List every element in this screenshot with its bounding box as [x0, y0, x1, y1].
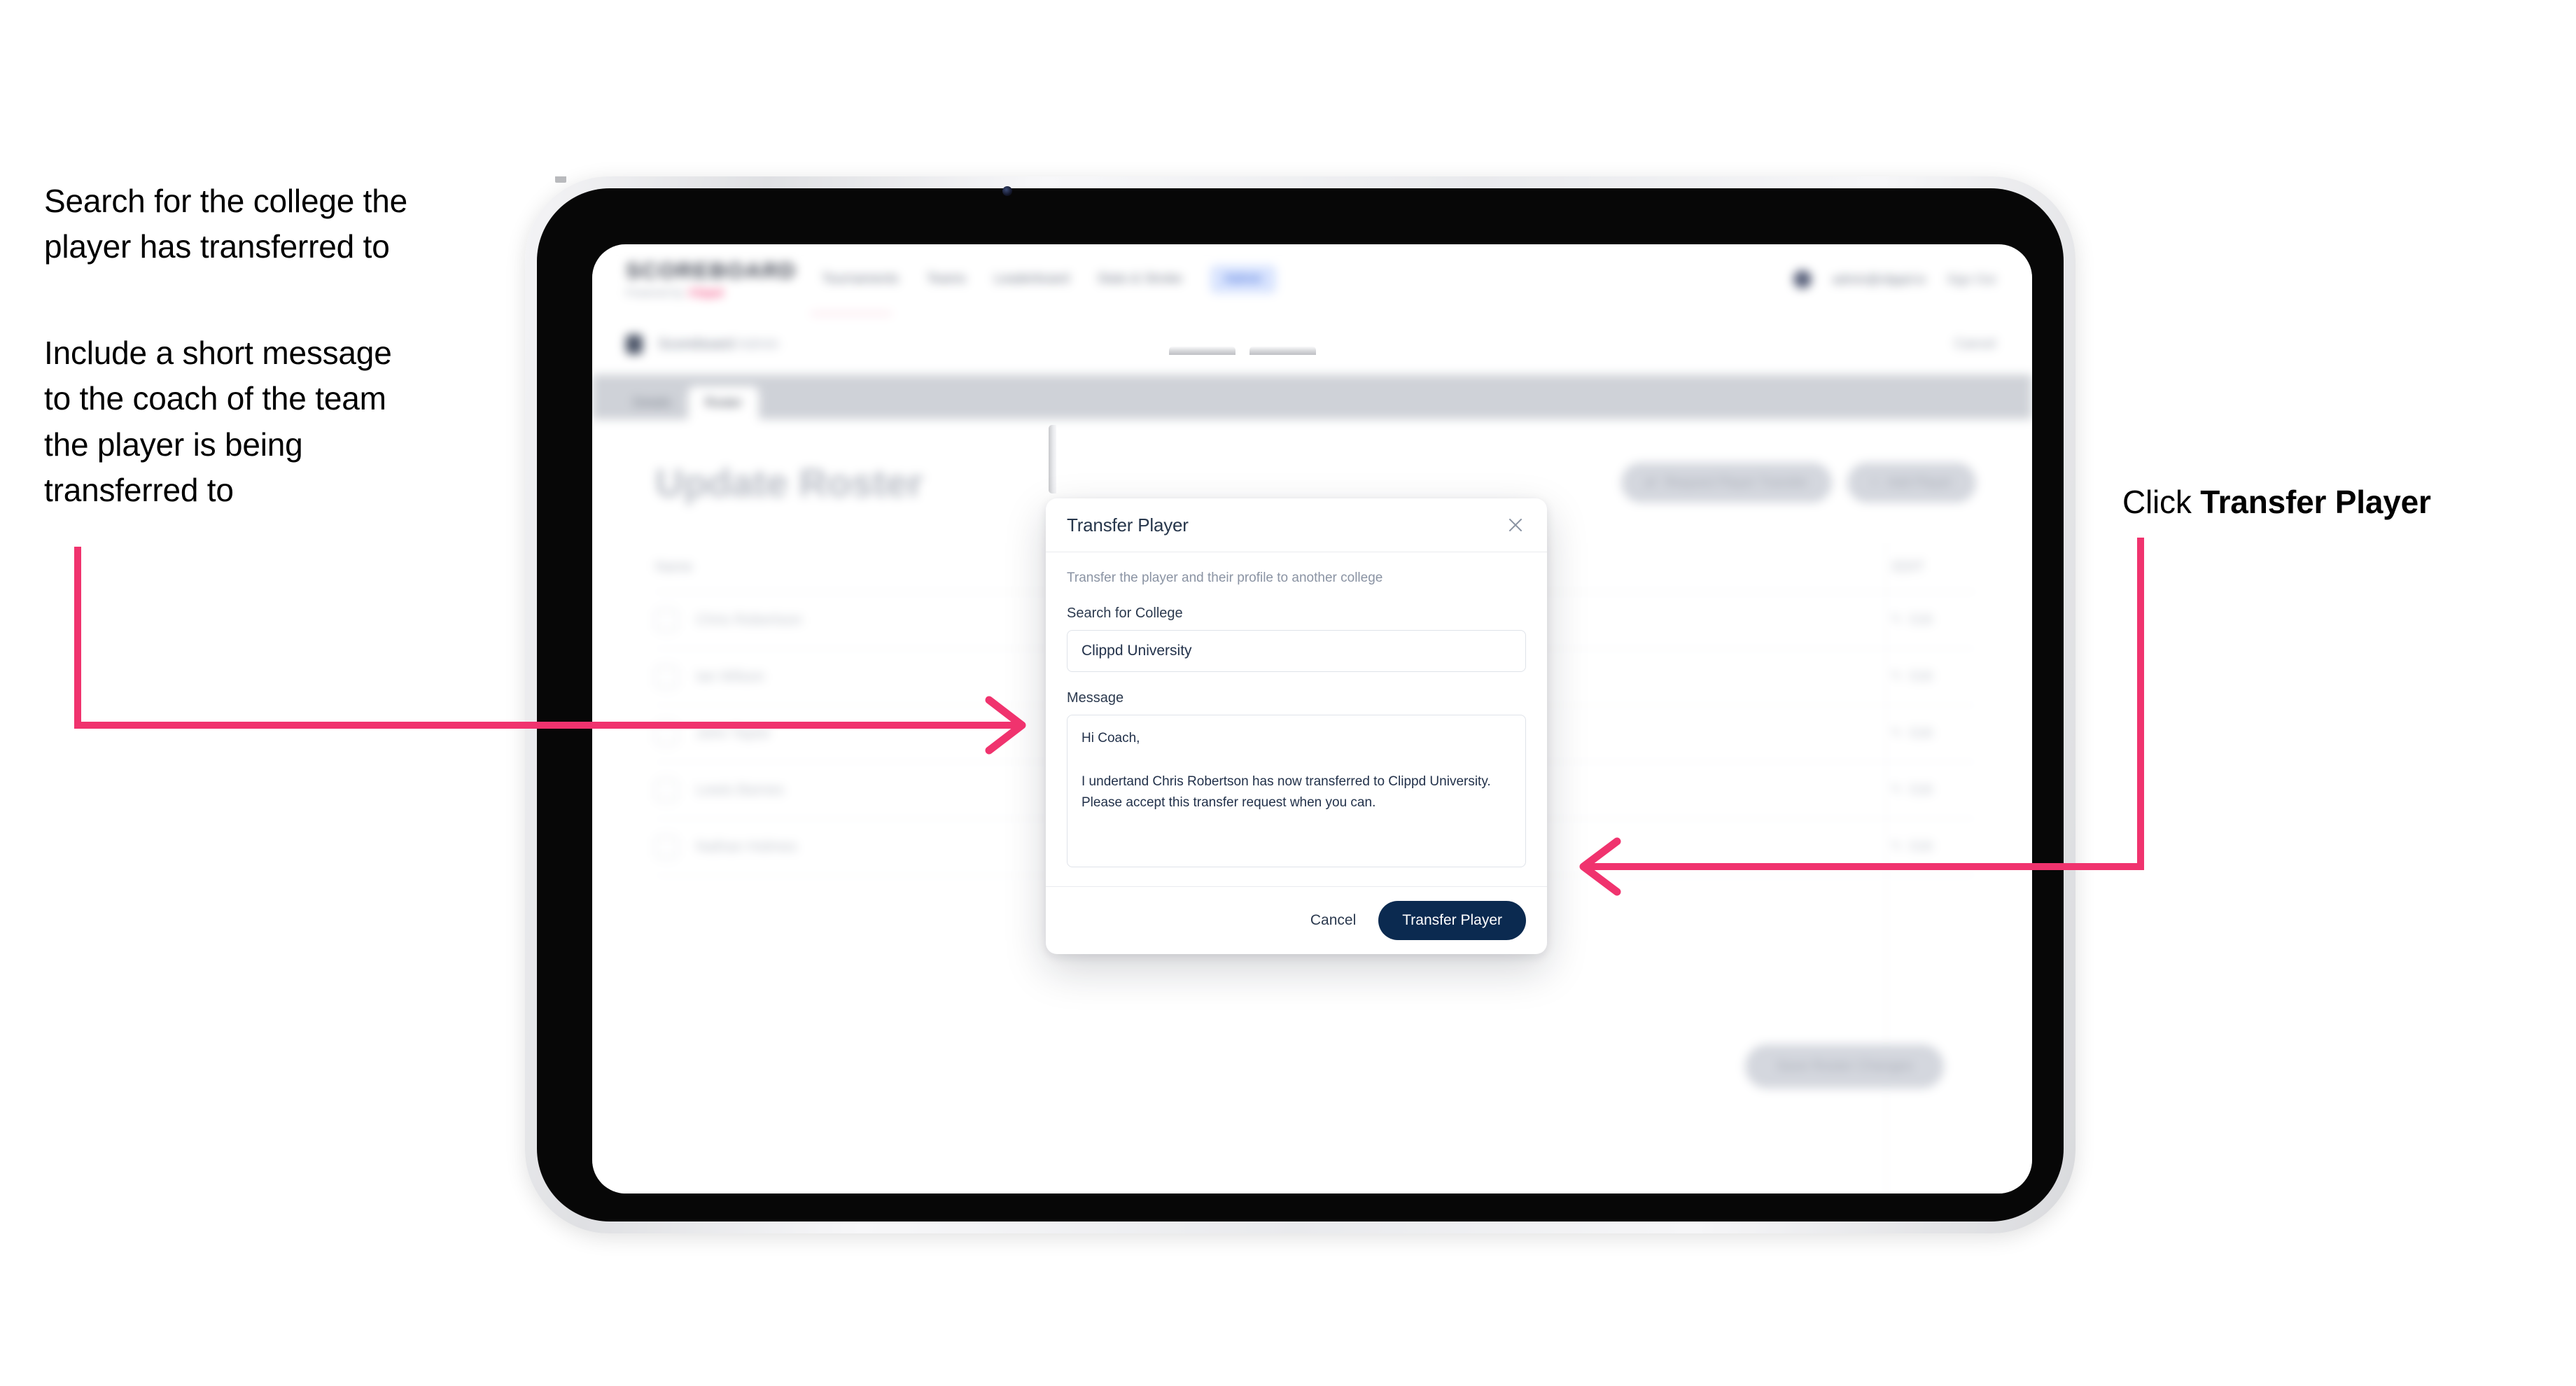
modal-header: Transfer Player: [1046, 498, 1547, 552]
annotation-click-target: Transfer Player: [2200, 484, 2431, 520]
college-field-label: Search for College: [1067, 606, 1183, 621]
row-edit-action[interactable]: ✎ Edit: [1891, 782, 1933, 798]
pencil-icon: ✎: [1891, 839, 1903, 854]
request-player-transfer-label: Request Player Transfer: [1665, 475, 1808, 490]
search-college-input[interactable]: [1067, 630, 1526, 672]
annotation-include-message: Include a short message to the coach of …: [44, 335, 392, 508]
annotation-search-college: Search for the college the player has tr…: [44, 183, 408, 265]
cancel-button[interactable]: Cancel: [1306, 905, 1360, 936]
roster-col-name: Name: [655, 559, 693, 575]
message-textarea[interactable]: [1067, 715, 1526, 867]
nav-link-leaderboard[interactable]: Leaderboard: [994, 272, 1070, 287]
page-action-buttons: ⇄ Request Player Transfer + Add Player: [1621, 463, 1976, 503]
row-edit-action[interactable]: ✎ Edit: [1891, 839, 1933, 855]
row-checkbox[interactable]: [655, 665, 678, 688]
pencil-icon: ✎: [1891, 669, 1903, 684]
pencil-icon: ✎: [1891, 726, 1903, 741]
modal-footer: Cancel Transfer Player: [1046, 886, 1547, 954]
nav-link-tournaments[interactable]: Tournaments: [822, 272, 899, 287]
transfer-player-modal: Transfer Player Transfer the player and …: [1046, 498, 1547, 954]
nav-link-admin[interactable]: Admin: [1210, 265, 1276, 293]
volume-up-button[interactable]: [1169, 346, 1236, 355]
modal-body: Transfer the player and their profile to…: [1046, 552, 1547, 886]
app-navbar: SCOREBOARD Powered by Clippd Tournaments…: [592, 244, 2032, 316]
request-player-transfer-button[interactable]: ⇄ Request Player Transfer: [1621, 463, 1832, 503]
close-icon[interactable]: [1504, 513, 1527, 537]
breadcrumb-icon: [626, 335, 643, 354]
row-player-name: Chris Robertson: [696, 611, 802, 628]
annotation-click-transfer-player: Click Transfer Player: [2122, 479, 2556, 525]
save-roster-changes-button[interactable]: Save Roster Changes: [1745, 1044, 1944, 1088]
sign-out-link[interactable]: Sign Out: [1947, 272, 1996, 287]
modal-title: Transfer Player: [1067, 514, 1189, 536]
logo-wordmark: SCOREBOARD: [626, 258, 797, 283]
row-edit-action[interactable]: ✎ Edit: [1891, 612, 1933, 628]
logo-subtitle: Powered by Clippd: [626, 287, 773, 299]
breadcrumb-text: Scoreboard Admin: [658, 336, 779, 353]
volume-down-button[interactable]: [1250, 346, 1316, 355]
row-edit-label: Edit: [1910, 839, 1933, 854]
nav-link-stats[interactable]: Stats & Stroke: [1098, 272, 1182, 287]
nav-link-teams[interactable]: Teams: [927, 272, 966, 287]
navbar-user-email: admin@clippd.io: [1832, 272, 1926, 286]
row-edit-label: Edit: [1910, 612, 1933, 627]
tab-roster[interactable]: Roster: [688, 386, 760, 419]
plus-icon: +: [1870, 475, 1879, 490]
row-checkbox[interactable]: [655, 608, 678, 631]
row-checkbox[interactable]: [655, 778, 678, 802]
transfer-player-button[interactable]: Transfer Player: [1378, 901, 1526, 940]
modal-description: Transfer the player and their profile to…: [1067, 570, 1383, 585]
tab-details[interactable]: Details: [616, 386, 688, 419]
pencil-icon: ✎: [1891, 612, 1903, 627]
annotation-click-prefix: Click: [2122, 484, 2201, 520]
row-edit-label: Edit: [1910, 668, 1933, 684]
device-antenna-band: [555, 176, 566, 183]
logo-brand: Clippd: [689, 287, 724, 299]
row-edit-action[interactable]: ✎ Edit: [1891, 668, 1933, 685]
pencil-icon: ✎: [1891, 783, 1903, 797]
row-player-name: John Taylor: [696, 724, 771, 741]
row-checkbox[interactable]: [655, 722, 678, 745]
breadcrumb-suffix: Admin: [737, 336, 779, 352]
message-field-label: Message: [1067, 690, 1124, 706]
add-player-button[interactable]: + Add Player: [1847, 463, 1976, 503]
row-player-name: Ian Wilson: [696, 668, 765, 685]
row-edit-action[interactable]: ✎ Edit: [1891, 725, 1933, 741]
field-spacer: [1067, 672, 1526, 690]
breadcrumb: Scoreboard Admin Cancel: [592, 314, 2032, 374]
breadcrumb-cancel-link[interactable]: Cancel: [1954, 337, 1996, 352]
arrows-swap-icon: ⇄: [1645, 475, 1657, 490]
breadcrumb-title: Scoreboard: [658, 336, 734, 352]
app-logo[interactable]: SCOREBOARD Powered by Clippd: [626, 258, 797, 299]
front-camera-icon: [1002, 186, 1012, 196]
logo-powered-by: Powered by: [626, 287, 685, 299]
navbar-links: Tournaments Teams Leaderboard Stats & St…: [822, 265, 1276, 293]
page-title: Update Roster: [655, 461, 923, 505]
row-edit-label: Edit: [1910, 725, 1933, 741]
navbar-right: admin@clippd.io Sign Out: [1793, 270, 1996, 288]
row-edit-label: Edit: [1910, 782, 1933, 797]
app-tabstrip: Details Roster: [592, 374, 2032, 419]
row-player-name: Nathan Holmes: [696, 838, 797, 855]
add-player-label: Add Player: [1887, 475, 1952, 490]
row-player-name: Lewis Barnes: [696, 781, 785, 798]
avatar-icon[interactable]: [1793, 270, 1812, 288]
power-button[interactable]: [1049, 425, 1056, 493]
roster-col-edit: EDIT: [1892, 559, 1924, 575]
row-checkbox[interactable]: [655, 835, 678, 858]
